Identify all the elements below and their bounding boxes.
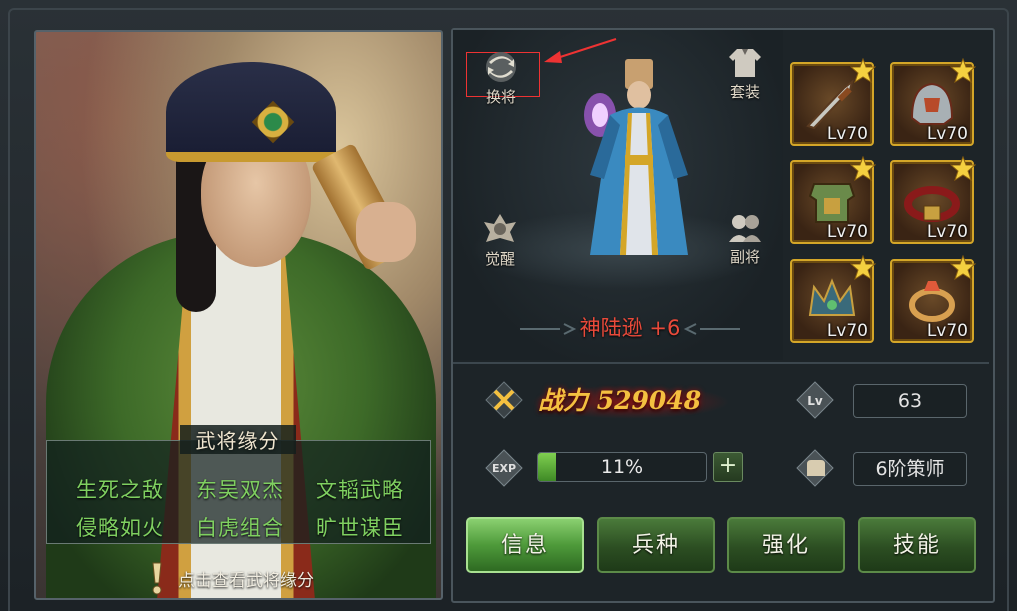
equip-level: Lv70: [826, 321, 868, 341]
pointer-arrow-icon: [544, 38, 617, 63]
combat-power: 战力 529048: [538, 381, 701, 417]
level-value: 63: [853, 384, 967, 418]
equip-level: Lv70: [826, 222, 868, 242]
outfit-label: 套装: [729, 83, 760, 101]
equip-level: Lv70: [826, 124, 868, 144]
hero-figure: [584, 59, 688, 255]
deputy-button[interactable]: 副将: [713, 210, 777, 267]
star-icon: [950, 255, 976, 281]
fate-item: 旷世谋臣: [316, 516, 404, 540]
star-icon: [850, 58, 876, 84]
crossed-swords-icon: [485, 381, 523, 419]
tab-info[interactable]: 信息: [466, 517, 584, 573]
rank-fist-icon: [796, 449, 834, 487]
exp-percent: 11%: [600, 456, 644, 478]
fate-title: 武将缘分: [46, 425, 429, 454]
fate-hint[interactable]: 点击查看武将缘分: [148, 561, 314, 595]
ring-icon: [909, 281, 955, 322]
equip-slot-helmet[interactable]: Lv70: [890, 58, 976, 146]
fate-list[interactable]: 生死之敌 东吴双杰 文韬武略 侵略如火 白虎组合 旷世谋臣: [60, 474, 420, 542]
star-icon: [850, 255, 876, 281]
sword-icon: [806, 79, 854, 130]
swap-hero-label: 换将: [485, 88, 516, 106]
exclamation-icon: [152, 562, 162, 595]
star-icon: [950, 156, 976, 182]
equip-slot-armor[interactable]: Lv70: [790, 156, 876, 244]
equip-slot-weapon[interactable]: Lv70: [790, 58, 876, 146]
exp-progress-bar: 11%: [537, 452, 707, 482]
awaken-label: 觉醒: [484, 250, 515, 268]
equip-level: Lv70: [926, 124, 968, 144]
equip-slot-belt[interactable]: Lv70: [890, 156, 976, 244]
level-badge-icon: Lv: [796, 381, 834, 419]
tab-skills[interactable]: 技能: [858, 517, 976, 573]
name-ornament-right: [683, 323, 740, 335]
awaken-icon: [484, 214, 516, 242]
equip-slot-crown[interactable]: Lv70: [790, 255, 876, 343]
fate-title-text: 武将缘分: [179, 425, 296, 454]
fate-item: 文韬武略: [316, 478, 404, 502]
fate-item: 东吴双杰: [196, 478, 284, 502]
fate-item: 侵略如火: [76, 516, 164, 540]
belt-icon: [904, 186, 960, 222]
equip-level: Lv70: [926, 321, 968, 341]
tab-enhance[interactable]: 强化: [727, 517, 845, 573]
portrait-hat: [166, 62, 336, 162]
awaken-button[interactable]: 觉醒: [468, 212, 532, 269]
star-icon: [950, 58, 976, 84]
power-label-text: 战力: [538, 386, 589, 415]
helmet-icon: [910, 82, 954, 125]
stats-divider: [453, 362, 989, 364]
fate-item: 白虎组合: [196, 516, 284, 540]
power-value: 529048: [596, 386, 702, 415]
deputy-icon: [729, 215, 761, 242]
add-exp-button[interactable]: +: [713, 452, 743, 482]
crown-icon: [808, 278, 856, 316]
rank-value: 6阶策师: [853, 452, 967, 486]
lv-icon-text: Lv: [807, 394, 823, 408]
exp-icon-text: EXP: [492, 462, 516, 475]
swap-icon: [486, 52, 516, 82]
outfit-icon: [729, 49, 761, 77]
fate-hint-text: 点击查看武将缘分: [178, 570, 314, 591]
outfit-button[interactable]: 套装: [713, 45, 777, 102]
deputy-label: 副将: [729, 248, 760, 266]
equip-level: Lv70: [926, 222, 968, 242]
exp-badge-icon: EXP: [485, 449, 523, 487]
star-icon: [850, 156, 876, 182]
equip-slot-ring[interactable]: Lv70: [890, 255, 976, 343]
portrait-hand: [356, 202, 416, 262]
tab-troops[interactable]: 兵种: [597, 517, 715, 573]
fate-item: 生死之敌: [76, 478, 164, 502]
swap-hero-button[interactable]: 换将: [469, 50, 533, 107]
armor-icon: [808, 183, 856, 223]
